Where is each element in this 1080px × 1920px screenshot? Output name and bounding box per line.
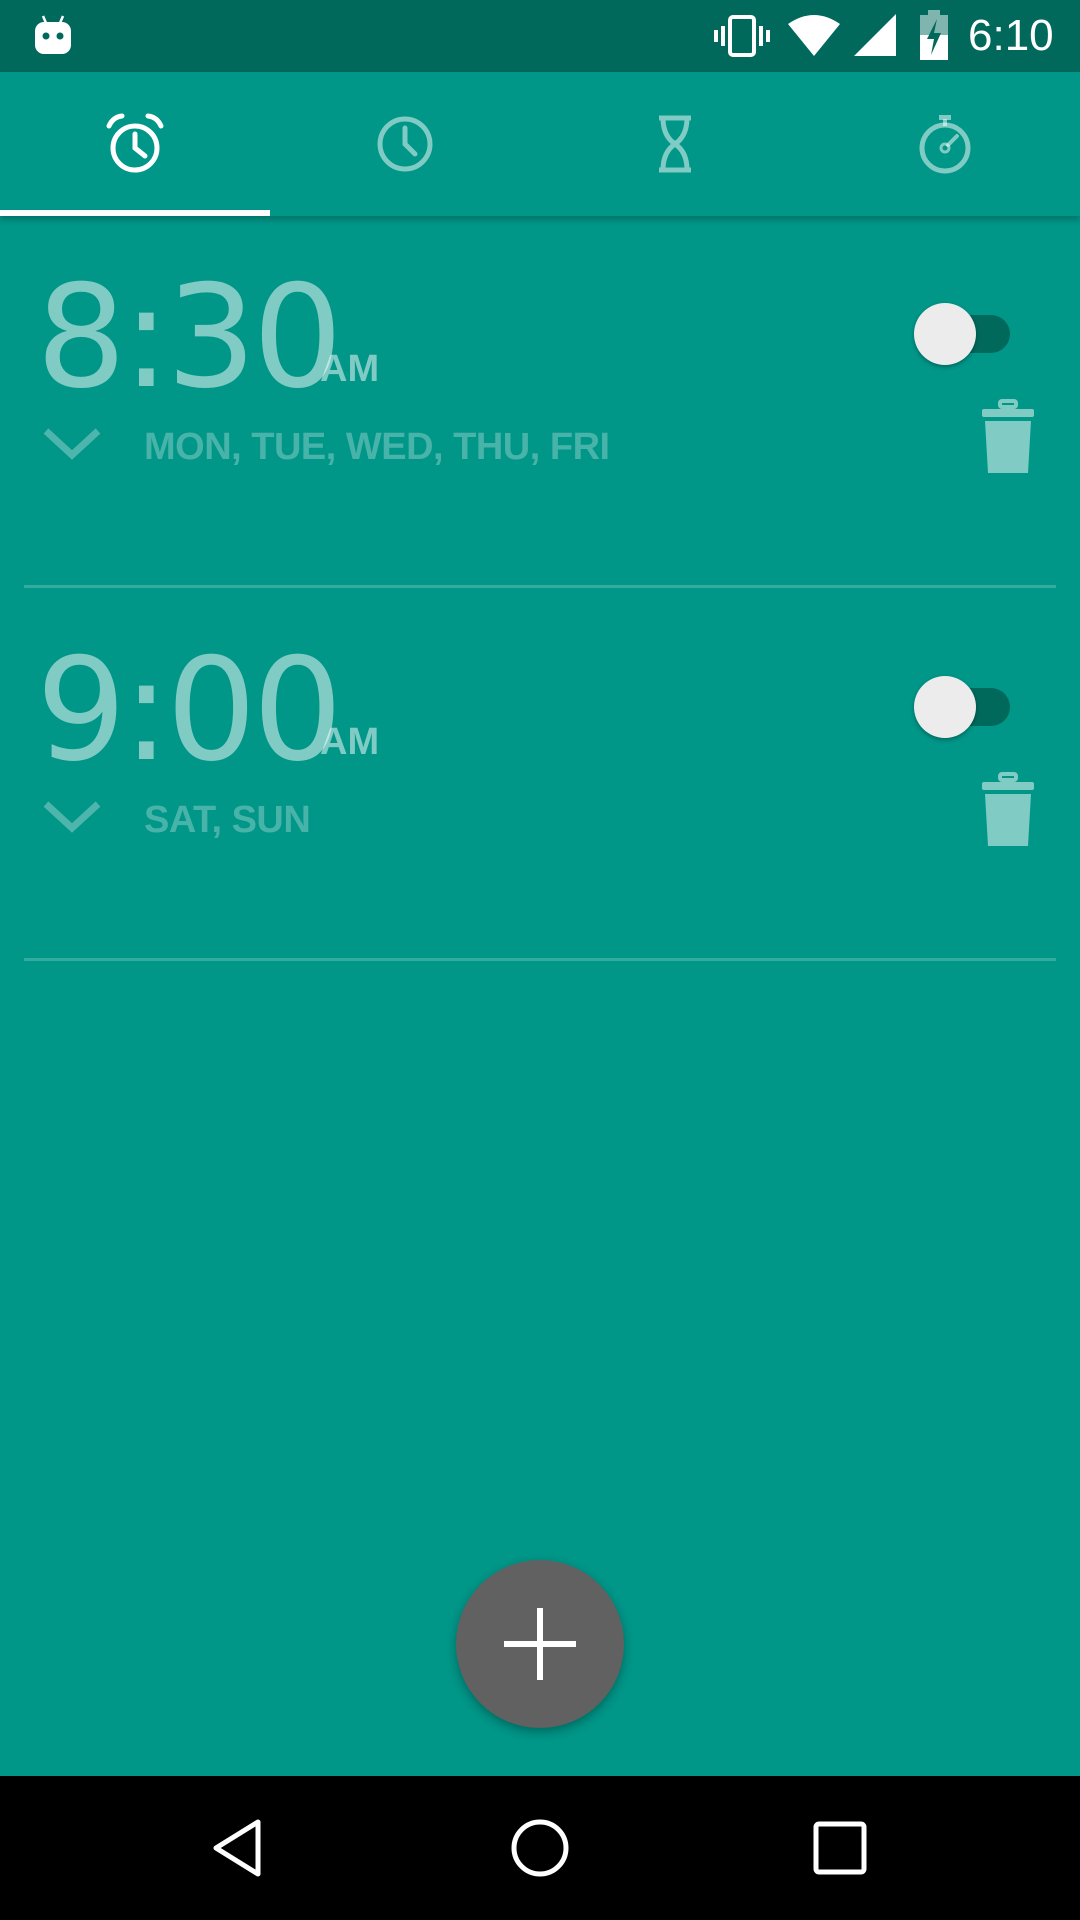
alarm-item[interactable]: 9:00 AM SAT, SUN <box>0 588 1080 961</box>
wifi-icon <box>788 15 840 56</box>
alarm-repeat-days: MON, TUE, WED, THU, FRI <box>144 426 610 468</box>
alarm-time[interactable]: 9:00 <box>36 640 343 782</box>
alarm-toggle[interactable] <box>912 303 1012 365</box>
delete-icon[interactable] <box>980 399 1036 475</box>
tab-bar <box>0 72 1080 216</box>
alarm-divider <box>24 958 1056 961</box>
alarm-ampm: AM <box>320 721 380 763</box>
alarm-toggle-thumb <box>914 676 976 738</box>
tab-clock[interactable] <box>270 72 540 216</box>
recents-icon <box>813 1821 867 1875</box>
chevron-down-icon[interactable] <box>40 796 104 836</box>
battery-charging-icon <box>920 10 948 60</box>
chevron-down-icon[interactable] <box>40 423 104 463</box>
navigation-bar <box>0 1776 1080 1920</box>
recents-button[interactable] <box>740 1776 940 1920</box>
back-button[interactable] <box>140 1776 340 1920</box>
alarm-toggle-thumb <box>914 303 976 365</box>
home-icon <box>511 1819 569 1877</box>
tab-alarm[interactable] <box>0 72 270 216</box>
status-clock: 6:10 <box>968 11 1054 60</box>
stopwatch-icon <box>919 115 971 174</box>
tab-stopwatch[interactable] <box>810 72 1080 216</box>
alarm-time[interactable]: 8:30 <box>36 267 343 409</box>
tab-timer[interactable] <box>540 72 810 216</box>
home-button[interactable] <box>440 1776 640 1920</box>
status-bar: 6:10 <box>0 0 1080 72</box>
alarm-item[interactable]: 8:30 AM MON, TUE, WED, THU, FRI <box>0 215 1080 588</box>
vibrate-icon <box>714 15 770 57</box>
back-icon <box>213 1819 261 1877</box>
alarm-ampm: AM <box>320 348 380 390</box>
signal-icon <box>854 14 896 56</box>
add-alarm-button[interactable] <box>456 1560 624 1728</box>
android-robot-icon <box>35 15 71 54</box>
selected-tab-indicator <box>0 210 270 216</box>
alarm-toggle[interactable] <box>912 676 1012 738</box>
delete-icon[interactable] <box>980 772 1036 848</box>
plus-icon <box>504 1608 576 1680</box>
alarm-repeat-days: SAT, SUN <box>144 799 311 841</box>
hourglass-icon <box>659 115 691 173</box>
alarm-clock-icon <box>106 113 164 173</box>
clock-icon <box>377 116 433 172</box>
